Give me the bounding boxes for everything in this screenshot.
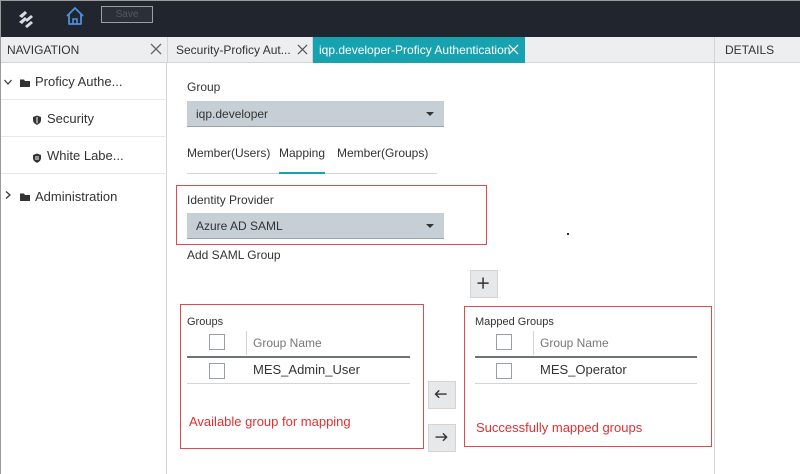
nav-item-white-label[interactable]: White Labe...: [1, 137, 167, 174]
subtab-bar: Member(Users) Mapping Member(Groups): [187, 138, 437, 174]
tab-row: NAVIGATION Security-Proficy Aut... iqp.d…: [1, 37, 800, 63]
plus-icon: [477, 277, 489, 289]
navigation-header: NAVIGATION: [1, 37, 167, 63]
close-icon[interactable]: [297, 44, 308, 55]
stray-dot: [567, 233, 569, 235]
home-icon[interactable]: [63, 4, 87, 28]
chevron-right-icon[interactable]: [4, 191, 12, 199]
groups-title: Groups: [187, 316, 224, 328]
tab-label: iqp.developer-Proficy Authentication: [319, 43, 511, 57]
tab-label: Security-Proficy Aut...: [176, 43, 291, 57]
shield-tag-icon: [33, 153, 41, 163]
mapped-row-checkbox[interactable]: [496, 363, 512, 379]
group-label: Group: [187, 80, 221, 94]
save-button[interactable]: Save: [101, 6, 153, 23]
subtab-mapping[interactable]: Mapping: [279, 146, 326, 174]
group-select[interactable]: iqp.developer: [187, 101, 444, 127]
folder-icon: [20, 79, 30, 87]
mapped-header-line: [475, 356, 697, 358]
navigation-panel: Proficy Authe... Security White Labe... …: [1, 63, 167, 474]
details-header: DETAILS: [714, 37, 800, 63]
details-panel: [714, 63, 800, 474]
navigation-title: NAVIGATION: [7, 43, 80, 57]
mapped-select-all-checkbox[interactable]: [496, 334, 512, 350]
mapped-column-header: Group Name: [540, 336, 609, 350]
move-left-button[interactable]: [428, 381, 456, 409]
arrow-left-icon: [434, 389, 447, 399]
mapped-annotation: Successfully mapped groups: [476, 420, 643, 435]
group-row-checkbox[interactable]: [209, 363, 225, 379]
table-row-line: [475, 383, 697, 384]
group-select-value: iqp.developer: [196, 107, 269, 121]
column-divider: [246, 331, 247, 355]
mapped-groups-title: Mapped Groups: [475, 316, 554, 328]
identity-provider-label: Identity Provider: [187, 193, 274, 207]
nav-item-label: Administration: [35, 189, 118, 204]
identity-provider-value: Azure AD SAML: [196, 219, 283, 233]
shield-icon: [33, 115, 41, 125]
close-icon[interactable]: [150, 43, 162, 55]
group-row-name: MES_Admin_User: [253, 362, 360, 377]
nav-item-security[interactable]: Security: [1, 100, 167, 137]
chevron-down-icon[interactable]: [4, 78, 12, 86]
nav-item-label: Security: [47, 111, 94, 126]
groups-header-line: [187, 356, 410, 358]
move-right-button[interactable]: [428, 424, 456, 452]
add-saml-group-label: Add SAML Group: [187, 248, 281, 262]
top-bar: Save: [1, 1, 800, 37]
close-icon[interactable]: [508, 44, 519, 55]
app-logo-icon[interactable]: [15, 8, 37, 30]
details-title: DETAILS: [725, 43, 775, 57]
table-row-line: [187, 383, 410, 384]
subtab-member-users[interactable]: Member(Users): [187, 146, 270, 160]
nav-item-proficy-auth[interactable]: Proficy Authe...: [1, 63, 167, 100]
tab-iqp-developer[interactable]: iqp.developer-Proficy Authentication: [313, 37, 525, 63]
column-divider: [533, 331, 534, 355]
tab-security-proficy[interactable]: Security-Proficy Aut...: [167, 37, 313, 63]
arrow-right-icon: [435, 432, 448, 442]
identity-provider-select[interactable]: Azure AD SAML: [187, 213, 444, 239]
add-saml-group-button[interactable]: [470, 270, 498, 298]
groups-annotation: Available group for mapping: [189, 414, 351, 429]
folder-icon: [20, 193, 30, 201]
caret-down-icon: [426, 112, 434, 116]
nav-item-label: White Labe...: [47, 148, 124, 163]
groups-select-all-checkbox[interactable]: [209, 334, 225, 350]
groups-column-header: Group Name: [253, 336, 322, 350]
caret-down-icon: [426, 224, 434, 228]
mapped-row-name: MES_Operator: [540, 362, 627, 377]
nav-item-administration[interactable]: Administration: [1, 178, 167, 215]
subtab-member-groups[interactable]: Member(Groups): [337, 146, 428, 160]
nav-item-label: Proficy Authe...: [35, 74, 123, 89]
